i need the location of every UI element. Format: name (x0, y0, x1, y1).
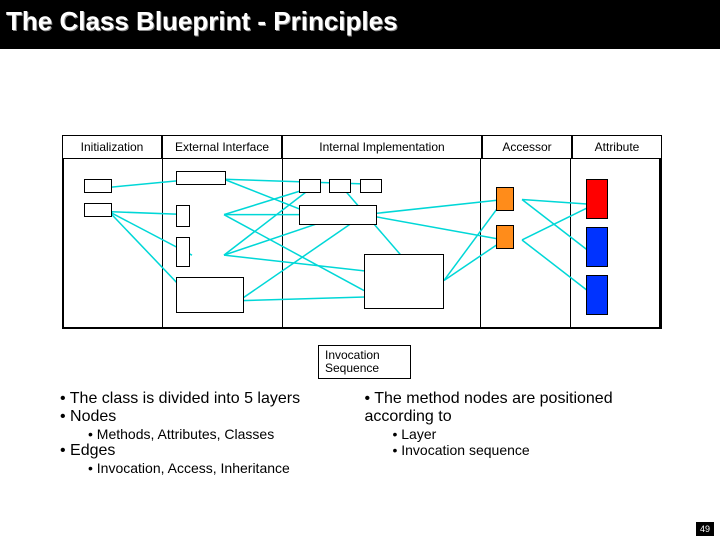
layer-body (62, 159, 662, 329)
node-int-1 (299, 179, 321, 193)
invocation-sequence-text: Invocation Sequence (325, 348, 380, 375)
page-title: The Class Blueprint - Principles (0, 0, 720, 49)
header-accessor: Accessor (482, 135, 572, 159)
bullet-layer-text: Layer (401, 426, 436, 442)
node-ext-3 (176, 237, 190, 267)
bullet-edges: Edges (70, 442, 115, 459)
node-init-1 (84, 179, 112, 193)
bullet-invseq: • Invocation sequence (392, 442, 654, 458)
bullet-edges-sub: • Invocation, Access, Inheritance (88, 460, 360, 476)
node-attr-blue-2 (586, 275, 608, 315)
invocation-sequence-label: Invocation Sequence (318, 345, 411, 379)
node-int-5 (364, 254, 444, 309)
node-int-3 (360, 179, 382, 193)
col-attribute (571, 159, 660, 327)
bullet-edges-sub-text: Invocation, Access, Inheritance (97, 460, 290, 476)
node-attr-red (586, 179, 608, 219)
class-blueprint-diagram: Initialization External Interface Intern… (62, 135, 662, 335)
header-attribute: Attribute (572, 135, 662, 159)
bullet-5layers: The class is divided into 5 layers (70, 390, 300, 407)
col-accessor (481, 159, 570, 327)
bullet-nodes-sub: • Methods, Attributes, Classes (88, 426, 360, 442)
node-attr-blue-1 (586, 227, 608, 267)
header-external: External Interface (162, 135, 282, 159)
node-int-4 (299, 205, 377, 225)
node-int-2 (329, 179, 351, 193)
node-init-2 (84, 203, 112, 217)
bullet-invseq-text: Invocation sequence (401, 442, 529, 458)
bullet-nodes-sub-text: Methods, Attributes, Classes (97, 426, 274, 442)
node-ext-2 (176, 205, 190, 227)
layer-headers: Initialization External Interface Intern… (62, 135, 662, 159)
header-initialization: Initialization (62, 135, 162, 159)
header-internal: Internal Implementation (282, 135, 482, 159)
slide: The Class Blueprint - Principles Initial… (0, 0, 720, 540)
node-accessor-2 (496, 225, 514, 249)
bullet-positioned: The method nodes are positioned accordin… (364, 390, 612, 425)
bullet-nodes: Nodes (70, 408, 116, 425)
node-accessor-1 (496, 187, 514, 211)
bullets-left: • The class is divided into 5 layers • N… (60, 390, 360, 476)
col-initialization (64, 159, 163, 327)
bullet-layer: • Layer (392, 426, 654, 442)
bullet-list: • The class is divided into 5 layers • N… (60, 390, 660, 476)
page-number: 49 (696, 522, 714, 536)
node-ext-4 (176, 277, 244, 313)
bullets-right: • The method nodes are positioned accord… (364, 390, 654, 458)
node-ext-1 (176, 171, 226, 185)
